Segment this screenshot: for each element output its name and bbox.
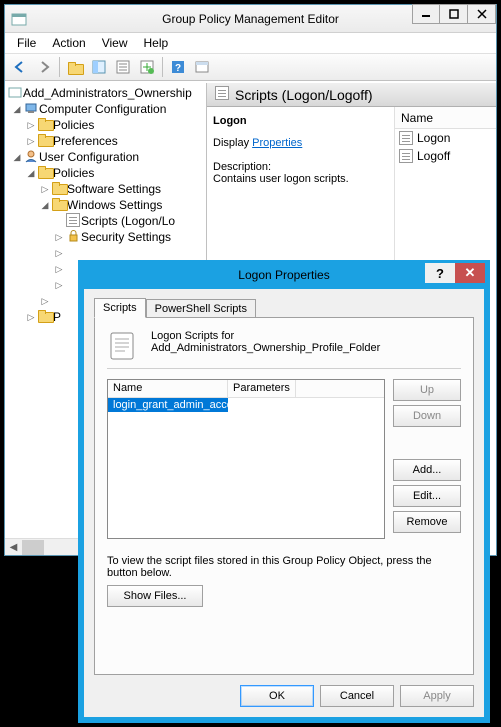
menu-view[interactable]: View bbox=[94, 34, 136, 52]
scripts-large-icon bbox=[107, 330, 139, 362]
dialog-close-button[interactable]: ✕ bbox=[455, 263, 485, 283]
col-parameters[interactable]: Parameters bbox=[228, 380, 296, 397]
dialog-tabs: Scripts PowerShell Scripts bbox=[94, 297, 256, 317]
forward-button[interactable] bbox=[33, 56, 55, 78]
display-label: Display bbox=[213, 137, 249, 149]
details-header-title: Scripts (Logon/Logoff) bbox=[235, 87, 373, 103]
description-text: Contains user logon scripts. bbox=[213, 173, 388, 185]
help-button[interactable]: ? bbox=[167, 56, 189, 78]
properties-link[interactable]: Properties bbox=[252, 137, 302, 149]
ok-button[interactable]: OK bbox=[240, 685, 314, 707]
details-header: Scripts (Logon/Logoff) bbox=[207, 83, 496, 107]
scroll-thumb[interactable] bbox=[22, 540, 44, 555]
scripts-icon bbox=[215, 86, 229, 103]
toolbar-btn-1[interactable] bbox=[64, 56, 86, 78]
tree-cc-prefs[interactable]: ▷Preferences bbox=[5, 133, 206, 149]
tree-software[interactable]: ▷Software Settings bbox=[5, 181, 206, 197]
script-icon bbox=[399, 131, 413, 145]
main-title: Group Policy Management Editor bbox=[162, 12, 339, 26]
tree-scripts[interactable]: Scripts (Logon/Lo bbox=[5, 213, 206, 229]
toolbar-btn-2[interactable] bbox=[88, 56, 110, 78]
footer-text: To view the script files stored in this … bbox=[107, 555, 461, 579]
menu-action[interactable]: Action bbox=[44, 34, 93, 52]
tree-computer-config[interactable]: ◢Computer Configuration bbox=[5, 101, 206, 117]
toolbar: ? bbox=[5, 53, 496, 81]
tree-hidden-1[interactable]: ▷ bbox=[5, 245, 206, 261]
close-button[interactable] bbox=[468, 4, 496, 24]
description-label: Description: bbox=[213, 161, 388, 173]
toolbar-btn-4[interactable] bbox=[136, 56, 158, 78]
dialog-help-button[interactable]: ? bbox=[425, 263, 455, 283]
col-name[interactable]: Name bbox=[108, 380, 228, 397]
list-item-logoff[interactable]: Logoff bbox=[395, 147, 496, 165]
tree-uc-policies[interactable]: ◢Policies bbox=[5, 165, 206, 181]
tree-cc-policies[interactable]: ▷Policies bbox=[5, 117, 206, 133]
list-item-logon[interactable]: Logon bbox=[395, 129, 496, 147]
tab-powershell[interactable]: PowerShell Scripts bbox=[146, 299, 256, 319]
tab-body: Logon Scripts for Add_Administrators_Own… bbox=[94, 317, 474, 675]
menu-file[interactable]: File bbox=[9, 34, 44, 52]
show-files-button[interactable]: Show Files... bbox=[107, 585, 203, 607]
add-button[interactable]: Add... bbox=[393, 459, 461, 481]
back-button[interactable] bbox=[9, 56, 31, 78]
edit-button[interactable]: Edit... bbox=[393, 485, 461, 507]
scripts-listbox[interactable]: Name Parameters login_grant_admin_acce..… bbox=[107, 379, 385, 539]
gpo-name: Add_Administrators_Ownership_Profile_Fol… bbox=[151, 342, 380, 354]
script-icon bbox=[399, 149, 413, 163]
tab-scripts[interactable]: Scripts bbox=[94, 298, 146, 318]
logon-properties-dialog: Logon Properties ? ✕ Scripts PowerShell … bbox=[78, 260, 490, 723]
tree-root[interactable]: Add_Administrators_Ownership bbox=[5, 85, 206, 101]
scroll-left-icon[interactable]: ◀ bbox=[5, 540, 22, 555]
scripts-for-label: Logon Scripts for bbox=[151, 330, 380, 342]
main-titlebar[interactable]: Group Policy Management Editor bbox=[5, 5, 496, 33]
minimize-button[interactable] bbox=[412, 4, 440, 24]
tree-security[interactable]: ▷Security Settings bbox=[5, 229, 206, 245]
dialog-title: Logon Properties bbox=[238, 268, 329, 282]
up-button[interactable]: Up bbox=[393, 379, 461, 401]
remove-button[interactable]: Remove bbox=[393, 511, 461, 533]
selected-name: Logon bbox=[213, 115, 388, 127]
toolbar-btn-5[interactable] bbox=[191, 56, 213, 78]
menu-bar: File Action View Help bbox=[5, 33, 496, 53]
down-button[interactable]: Down bbox=[393, 405, 461, 427]
svg-text:?: ? bbox=[175, 63, 181, 74]
apply-button[interactable]: Apply bbox=[400, 685, 474, 707]
tree-user-config[interactable]: ◢User Configuration bbox=[5, 149, 206, 165]
tree-windows[interactable]: ◢Windows Settings bbox=[5, 197, 206, 213]
script-row-1[interactable]: login_grant_admin_acce... bbox=[108, 398, 228, 412]
dialog-titlebar[interactable]: Logon Properties ? ✕ bbox=[79, 261, 489, 289]
app-icon bbox=[11, 11, 27, 30]
toolbar-btn-3[interactable] bbox=[112, 56, 134, 78]
cancel-button[interactable]: Cancel bbox=[320, 685, 394, 707]
menu-help[interactable]: Help bbox=[136, 34, 177, 52]
maximize-button[interactable] bbox=[440, 4, 468, 24]
column-name[interactable]: Name bbox=[395, 107, 496, 129]
